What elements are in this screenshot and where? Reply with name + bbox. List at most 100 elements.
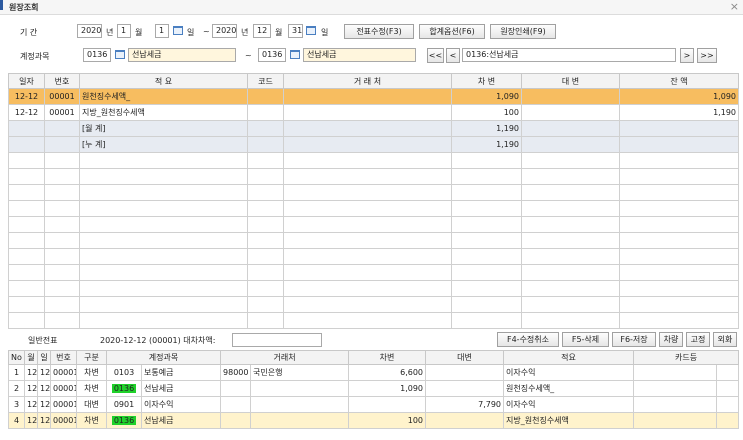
col-header-memo[interactable]: 적요 bbox=[503, 350, 635, 365]
ledger-balance-cell[interactable] bbox=[619, 264, 739, 281]
ledger-credit-cell[interactable] bbox=[521, 168, 620, 185]
edit-voucher-button[interactable]: 전표수정(F3) bbox=[344, 24, 414, 39]
col-header-memo[interactable]: 적 요 bbox=[79, 73, 248, 89]
ledger-debit-cell[interactable] bbox=[451, 296, 522, 313]
ledger-partner-cell[interactable] bbox=[283, 184, 452, 201]
ledger-balance-cell[interactable] bbox=[619, 296, 739, 313]
ledger-date-cell[interactable] bbox=[8, 296, 45, 313]
voucher-partner-code-cell[interactable] bbox=[220, 380, 252, 397]
ledger-empty-row[interactable] bbox=[8, 248, 739, 265]
ledger-memo-cell[interactable]: 원천징수세액_ bbox=[79, 88, 248, 105]
ledger-debit-cell[interactable] bbox=[451, 264, 522, 281]
ledger-credit-cell[interactable] bbox=[521, 120, 620, 137]
ledger-number-cell[interactable] bbox=[44, 184, 80, 201]
voucher-debit-cell[interactable]: 6,600 bbox=[348, 364, 427, 381]
voucher-account-code-cell[interactable]: 0901 bbox=[106, 396, 142, 413]
ledger-partner-cell[interactable] bbox=[283, 120, 452, 137]
ledger-row[interactable]: 12-12 00001 지방_원천징수세액 100 1,190 bbox=[8, 104, 739, 121]
col-header-number[interactable]: 번호 bbox=[50, 350, 77, 365]
ledger-code-cell[interactable] bbox=[247, 152, 284, 169]
voucher-day-cell[interactable]: 12 bbox=[37, 364, 51, 381]
voucher-partner-name-cell[interactable] bbox=[250, 396, 350, 413]
ledger-empty-row[interactable] bbox=[8, 232, 739, 249]
ledger-credit-cell[interactable] bbox=[521, 104, 620, 121]
voucher-card-cell[interactable] bbox=[633, 396, 718, 413]
voucher-no-cell[interactable]: 4 bbox=[8, 412, 25, 429]
col-header-type[interactable]: 구분 bbox=[76, 350, 107, 365]
ledger-memo-cell[interactable]: [누 계] bbox=[79, 136, 248, 153]
ledger-debit-cell[interactable] bbox=[451, 184, 522, 201]
ledger-credit-cell[interactable] bbox=[521, 264, 620, 281]
ledger-memo-cell[interactable] bbox=[79, 152, 248, 169]
ledger-empty-row[interactable] bbox=[8, 216, 739, 233]
voucher-extra-cell[interactable] bbox=[716, 364, 740, 381]
ledger-partner-cell[interactable] bbox=[283, 136, 452, 153]
ledger-memo-cell[interactable] bbox=[79, 280, 248, 297]
ledger-balance-cell[interactable] bbox=[619, 120, 739, 137]
ledger-date-cell[interactable] bbox=[8, 184, 45, 201]
voucher-number-cell[interactable]: 00001 bbox=[50, 380, 77, 397]
ledger-number-cell[interactable] bbox=[44, 312, 80, 329]
ledger-code-cell[interactable] bbox=[247, 232, 284, 249]
voucher-no-cell[interactable]: 3 bbox=[8, 396, 25, 413]
vehicle-button[interactable]: 차량 bbox=[659, 332, 683, 347]
from-year-input[interactable]: 2020 bbox=[77, 24, 102, 38]
voucher-card-cell[interactable] bbox=[633, 380, 718, 397]
ledger-credit-cell[interactable] bbox=[521, 200, 620, 217]
col-header-partner[interactable]: 거 래 처 bbox=[283, 73, 452, 89]
ledger-credit-cell[interactable] bbox=[521, 152, 620, 169]
voucher-card-cell[interactable] bbox=[633, 364, 718, 381]
voucher-day-cell[interactable]: 12 bbox=[37, 412, 51, 429]
voucher-type-cell[interactable]: 차변 bbox=[76, 412, 107, 429]
voucher-card-cell[interactable] bbox=[633, 412, 718, 429]
voucher-day-cell[interactable]: 12 bbox=[37, 396, 51, 413]
voucher-month-cell[interactable]: 12 bbox=[24, 364, 38, 381]
ledger-number-cell[interactable] bbox=[44, 120, 80, 137]
ledger-partner-cell[interactable] bbox=[283, 296, 452, 313]
ledger-partner-cell[interactable] bbox=[283, 280, 452, 297]
voucher-extra-cell[interactable] bbox=[716, 412, 740, 429]
ledger-memo-cell[interactable] bbox=[79, 200, 248, 217]
ledger-empty-row[interactable] bbox=[8, 296, 739, 313]
ledger-date-cell[interactable] bbox=[8, 120, 45, 137]
ledger-number-cell[interactable] bbox=[44, 248, 80, 265]
ledger-memo-cell[interactable]: [월 계] bbox=[79, 120, 248, 137]
ledger-debit-cell[interactable] bbox=[451, 168, 522, 185]
ledger-credit-cell[interactable] bbox=[521, 232, 620, 249]
voucher-type-cell[interactable]: 대변 bbox=[76, 396, 107, 413]
voucher-account-code-cell[interactable]: 0136 bbox=[106, 412, 142, 429]
ledger-memo-cell[interactable] bbox=[79, 168, 248, 185]
col-header-code[interactable]: 코드 bbox=[247, 73, 284, 89]
voucher-row[interactable]: 3 12 12 00001 대변 0901 이자수익 7,790 이자수익 bbox=[8, 396, 740, 413]
ledger-balance-cell[interactable] bbox=[619, 232, 739, 249]
col-header-card[interactable]: 카드등 bbox=[633, 350, 740, 365]
lookup-icon[interactable] bbox=[290, 50, 300, 59]
ledger-partner-cell[interactable] bbox=[283, 248, 452, 265]
voucher-month-cell[interactable]: 12 bbox=[24, 380, 38, 397]
fixed-button[interactable]: 고정 bbox=[686, 332, 710, 347]
voucher-debit-cell[interactable] bbox=[348, 396, 427, 413]
ledger-row[interactable]: [월 계] 1,190 bbox=[8, 120, 739, 137]
ledger-debit-cell[interactable]: 1,190 bbox=[451, 136, 522, 153]
ledger-balance-cell[interactable] bbox=[619, 168, 739, 185]
col-header-month[interactable]: 월 bbox=[24, 350, 38, 365]
from-month-input[interactable]: 1 bbox=[117, 24, 131, 38]
voucher-partner-name-cell[interactable]: 국민은행 bbox=[250, 364, 350, 381]
ledger-code-cell[interactable] bbox=[247, 88, 284, 105]
voucher-number-cell[interactable]: 00001 bbox=[50, 364, 77, 381]
ledger-balance-cell[interactable] bbox=[619, 152, 739, 169]
ledger-date-cell[interactable] bbox=[8, 216, 45, 233]
ledger-empty-row[interactable] bbox=[8, 184, 739, 201]
ledger-date-cell[interactable] bbox=[8, 280, 45, 297]
ledger-code-cell[interactable] bbox=[247, 104, 284, 121]
ledger-code-cell[interactable] bbox=[247, 184, 284, 201]
ledger-number-cell[interactable] bbox=[44, 296, 80, 313]
ledger-empty-row[interactable] bbox=[8, 200, 739, 217]
calendar-icon[interactable] bbox=[173, 26, 183, 35]
ledger-debit-cell[interactable] bbox=[451, 216, 522, 233]
ledger-number-cell[interactable] bbox=[44, 232, 80, 249]
voucher-extra-cell[interactable] bbox=[716, 396, 740, 413]
voucher-extra-cell[interactable] bbox=[716, 380, 740, 397]
calendar-icon[interactable] bbox=[306, 26, 316, 35]
voucher-row[interactable]: 1 12 12 00001 차변 0103 보통예금 98000 국민은행 6,600 이자수익 bbox=[8, 364, 740, 381]
